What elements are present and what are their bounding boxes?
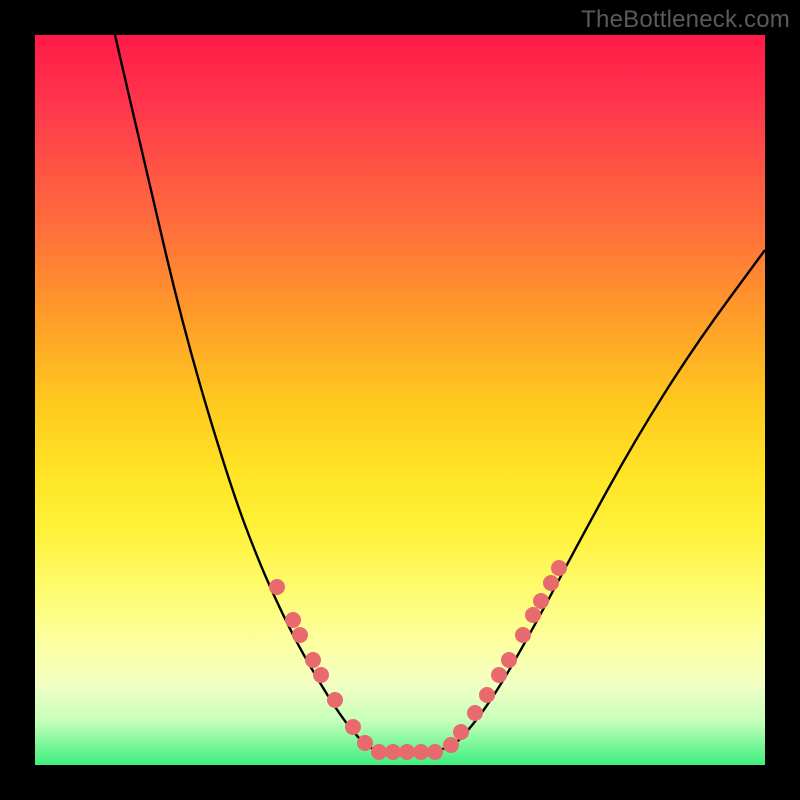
data-dot [515,627,531,643]
data-dot [399,744,415,760]
data-dot [413,744,429,760]
data-dot [525,607,541,623]
data-dot [543,575,559,591]
data-dot [269,579,285,595]
data-dot [313,667,329,683]
data-dot [371,744,387,760]
data-dot [285,612,301,628]
chart-frame: TheBottleneck.com [0,0,800,800]
watermark-text: TheBottleneck.com [581,6,790,34]
data-dot [327,692,343,708]
data-dot [501,652,517,668]
data-dot [443,737,459,753]
data-dot [357,735,373,751]
chart-svg [35,35,765,765]
data-dot [533,593,549,609]
data-dot [453,724,469,740]
data-dot [345,719,361,735]
data-dot [491,667,507,683]
data-dot [385,744,401,760]
data-dot [467,705,483,721]
data-dot [292,627,308,643]
data-dot [479,687,495,703]
data-dot [551,560,567,576]
bottleneck-curve [115,35,765,752]
data-dot [427,744,443,760]
data-dot [305,652,321,668]
data-dots-group [269,560,567,760]
